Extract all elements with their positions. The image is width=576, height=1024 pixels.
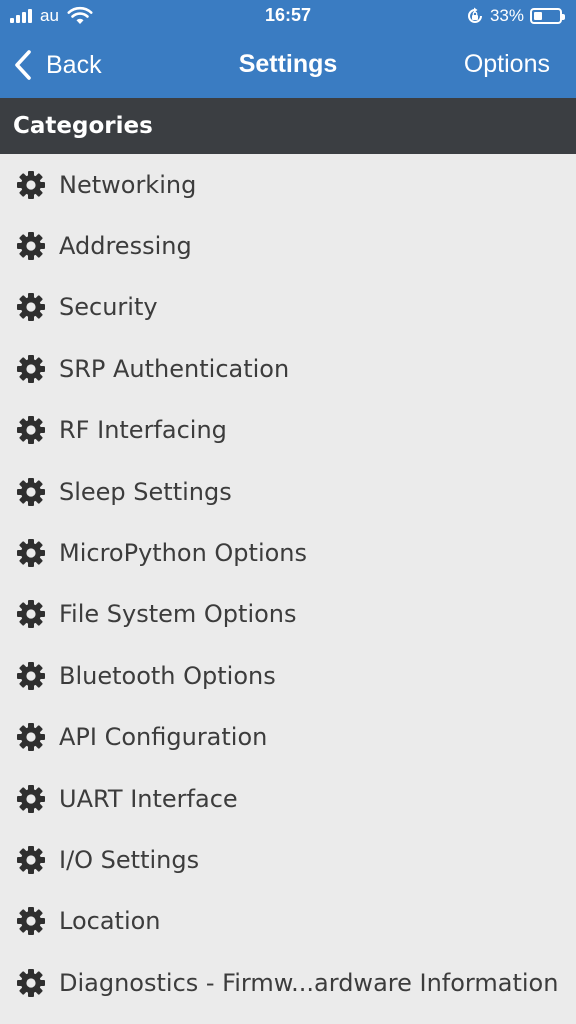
gear-icon <box>17 293 45 322</box>
list-item-label: File System Options <box>59 600 297 629</box>
list-item[interactable]: Location <box>0 891 576 952</box>
gear-icon <box>17 907 45 936</box>
list-item[interactable]: I/O Settings <box>0 829 576 890</box>
list-item-label: Sleep Settings <box>59 477 232 506</box>
gear-icon <box>17 845 45 874</box>
list-item[interactable]: Addressing <box>0 215 576 276</box>
list-item[interactable]: API Configuration <box>0 707 576 768</box>
list-item[interactable]: Networking <box>0 154 576 215</box>
gear-icon <box>17 354 45 383</box>
gear-icon <box>17 416 45 445</box>
section-header-categories: Categories <box>0 98 576 154</box>
list-item[interactable]: Diagnostics - Firmw...ardware Informatio… <box>0 952 576 1013</box>
list-item-label: SRP Authentication <box>59 354 290 383</box>
gear-icon <box>17 723 45 752</box>
gear-icon <box>17 968 45 997</box>
rotation-lock-icon <box>468 7 482 23</box>
battery-fill <box>534 12 542 20</box>
list-item-label: I/O Settings <box>59 845 200 874</box>
gear-icon <box>17 784 45 813</box>
list-item-label: Security <box>59 293 158 322</box>
battery-icon <box>530 8 565 24</box>
list-item-label: API Configuration <box>59 723 268 752</box>
list-item-label: Addressing <box>59 232 192 261</box>
list-item[interactable]: Bluetooth Options <box>0 645 576 706</box>
gear-icon <box>17 232 45 261</box>
list-item-label: Networking <box>59 170 197 199</box>
list-item-label: Diagnostics - Firmw...ardware Informatio… <box>59 968 559 997</box>
gear-icon <box>17 539 45 568</box>
gear-icon <box>17 477 45 506</box>
gear-icon <box>17 661 45 690</box>
gear-icon <box>17 600 45 629</box>
gear-icon <box>17 170 45 199</box>
list-item-label: Bluetooth Options <box>59 661 276 690</box>
list-item[interactable]: MicroPython Options <box>0 522 576 583</box>
status-right: 33% <box>466 6 565 26</box>
list-item[interactable]: Security <box>0 277 576 338</box>
category-list: Networking Addressing Security SRP Authenti… <box>0 154 576 1013</box>
list-item-label: UART Interface <box>59 784 238 813</box>
list-item-label: RF Interfacing <box>59 416 227 445</box>
list-item[interactable]: File System Options <box>0 584 576 645</box>
list-item[interactable]: RF Interfacing <box>0 400 576 461</box>
list-item[interactable]: Sleep Settings <box>0 461 576 522</box>
options-button[interactable]: Options <box>464 50 550 79</box>
battery-tip <box>562 14 565 20</box>
list-item[interactable]: SRP Authentication <box>0 338 576 399</box>
app-header: au 16:57 33% Back Settings Options <box>0 0 576 98</box>
battery-percent: 33% <box>489 6 524 25</box>
status-bar: au 16:57 33% <box>0 0 576 32</box>
navigation-bar: Back Settings Options <box>0 32 576 98</box>
list-item[interactable]: UART Interface <box>0 768 576 829</box>
list-item-label: Location <box>59 907 161 936</box>
list-item-label: MicroPython Options <box>59 539 308 568</box>
